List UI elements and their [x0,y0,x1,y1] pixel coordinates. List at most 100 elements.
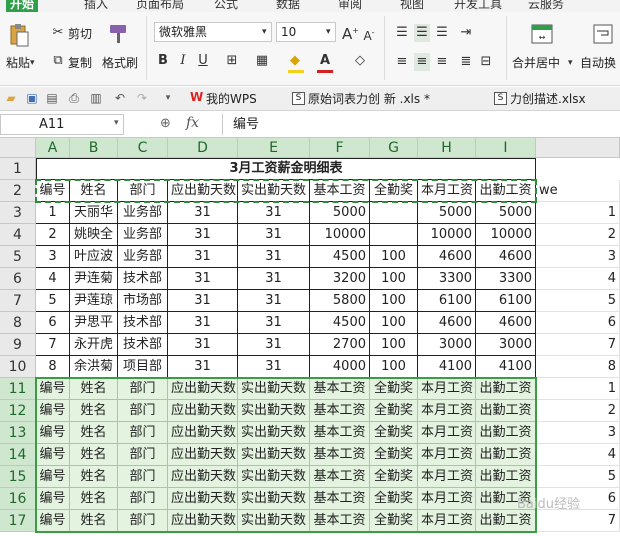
pasted-header-cell[interactable]: 全勤奖 [370,466,418,488]
copy-icon[interactable]: ⧉ [50,52,66,70]
data-cell[interactable]: 31 [168,224,238,246]
data-cell[interactable]: 100 [370,268,418,290]
data-cell[interactable]: 业务部 [118,246,168,268]
header-cell-2[interactable]: 部门 [118,180,168,202]
align-top-icon[interactable]: ☰ [394,24,410,42]
data-cell[interactable]: 7 [36,334,70,356]
data-cell[interactable]: 4500 [310,312,370,334]
data-cell[interactable]: 2700 [310,334,370,356]
data-cell[interactable]: 31 [168,268,238,290]
data-cell[interactable]: 3 [36,246,70,268]
justify-icon[interactable]: ≣ [458,53,474,71]
data-cell[interactable]: 10000 [476,224,536,246]
header-cell-1[interactable]: 姓名 [70,180,118,202]
pasted-header-cell[interactable]: 应出勤天数 [168,488,238,510]
underline-icon[interactable]: U [196,52,210,70]
pasted-header-cell[interactable]: 编号 [36,378,70,400]
extra-col-cell[interactable]: 5 [536,466,620,488]
data-cell[interactable] [370,202,418,224]
extra-col-cell[interactable]: 5 [536,290,620,312]
column-header-d[interactable]: D [168,138,238,158]
clear-format-icon[interactable]: ◇ [352,52,368,70]
pasted-header-cell[interactable]: 本月工资 [418,444,476,466]
data-cell[interactable]: 5800 [310,290,370,312]
distribute-icon[interactable]: ⊟ [478,53,494,71]
align-bottom-icon[interactable]: ☰ [434,24,450,42]
row-header-9[interactable]: 9 [0,334,36,356]
scissors-icon[interactable]: ✂ [50,24,66,42]
data-cell[interactable]: 4100 [476,356,536,378]
row-header-14[interactable]: 14 [0,444,36,466]
data-cell[interactable]: 31 [238,312,310,334]
pasted-header-cell[interactable]: 应出勤天数 [168,400,238,422]
data-cell[interactable]: 项目部 [118,356,168,378]
cell-style-icon[interactable]: ▦ [254,52,270,70]
data-cell[interactable]: 31 [238,268,310,290]
tab-my-wps[interactable]: W 我的WPS [188,89,257,109]
header-cell-7[interactable]: 本月工资 [418,180,476,202]
paste-button[interactable]: 粘贴 [6,54,30,71]
pasted-header-cell[interactable]: 出勤工资 [476,422,536,444]
data-cell[interactable]: 3300 [418,268,476,290]
data-cell[interactable]: 31 [238,356,310,378]
pasted-header-cell[interactable]: 部门 [118,422,168,444]
row-header-3[interactable]: 3 [0,202,36,224]
menu-tab-0[interactable]: 开始 [6,0,39,12]
extra-col-cell[interactable]: 4 [536,268,620,290]
fx-icon[interactable]: fx [186,115,199,131]
pasted-header-cell[interactable]: 实出勤天数 [238,422,310,444]
data-cell[interactable]: 100 [370,356,418,378]
pasted-header-cell[interactable]: 姓名 [70,378,118,400]
data-cell[interactable]: 3000 [418,334,476,356]
data-cell[interactable]: 尹思平 [70,312,118,334]
data-cell[interactable]: 3200 [310,268,370,290]
fill-color-icon[interactable]: ◆ [286,52,304,70]
font-shrink-icon[interactable]: A- [362,24,376,45]
extra-header-cell[interactable]: we [536,180,620,202]
data-cell[interactable]: 31 [168,312,238,334]
header-cell-8[interactable]: 出勤工资 [476,180,536,202]
data-cell[interactable]: 4600 [476,312,536,334]
data-cell[interactable]: 4600 [476,246,536,268]
data-cell[interactable]: 业务部 [118,202,168,224]
pasted-header-cell[interactable]: 实出勤天数 [238,400,310,422]
column-header-b[interactable]: B [70,138,118,158]
data-cell[interactable]: 4100 [418,356,476,378]
extra-col-cell[interactable]: 1 [536,202,620,224]
data-cell[interactable]: 4600 [418,246,476,268]
indent-icon[interactable]: ⇥ [458,24,474,42]
data-cell[interactable]: 技术部 [118,268,168,290]
pasted-header-cell[interactable]: 全勤奖 [370,422,418,444]
data-cell[interactable]: 3300 [476,268,536,290]
font-name-select[interactable]: 微软雅黑 [154,22,272,42]
chevron-down-icon[interactable]: ▾ [114,118,119,128]
redo-icon[interactable]: ↷ [134,90,150,106]
pasted-header-cell[interactable]: 部门 [118,466,168,488]
print-icon[interactable]: ⎙ [66,90,82,106]
pasted-header-cell[interactable]: 实出勤天数 [238,510,310,532]
extra-col-cell[interactable]: 1 [536,378,620,400]
data-cell[interactable]: 31 [238,290,310,312]
row-header-15[interactable]: 15 [0,466,36,488]
tab-file-original[interactable]: S 原始词表力创 新 .xls * [290,89,430,109]
header-cell-6[interactable]: 全勤奖 [370,180,418,202]
column-header-e[interactable]: E [238,138,310,158]
pasted-header-cell[interactable]: 姓名 [70,422,118,444]
pasted-header-cell[interactable]: 实出勤天数 [238,466,310,488]
pasted-header-cell[interactable]: 本月工资 [418,422,476,444]
font-color-icon[interactable]: A [318,52,332,70]
pasted-header-cell[interactable]: 全勤奖 [370,488,418,510]
extra-col-cell[interactable]: 6 [536,312,620,334]
column-header-i[interactable]: I [476,138,536,158]
pasted-header-cell[interactable]: 姓名 [70,510,118,532]
formula-input[interactable]: 编号 [222,114,620,135]
data-cell[interactable]: 6100 [418,290,476,312]
bold-icon[interactable]: B [156,52,170,70]
save-icon[interactable]: ▣ [24,90,40,106]
extra-col-cell[interactable]: 4 [536,444,620,466]
print-preview-icon[interactable]: ▥ [88,90,104,106]
column-header-h[interactable]: H [418,138,476,158]
pasted-header-cell[interactable]: 实出勤天数 [238,378,310,400]
row-header-8[interactable]: 8 [0,312,36,334]
pasted-header-cell[interactable]: 编号 [36,444,70,466]
